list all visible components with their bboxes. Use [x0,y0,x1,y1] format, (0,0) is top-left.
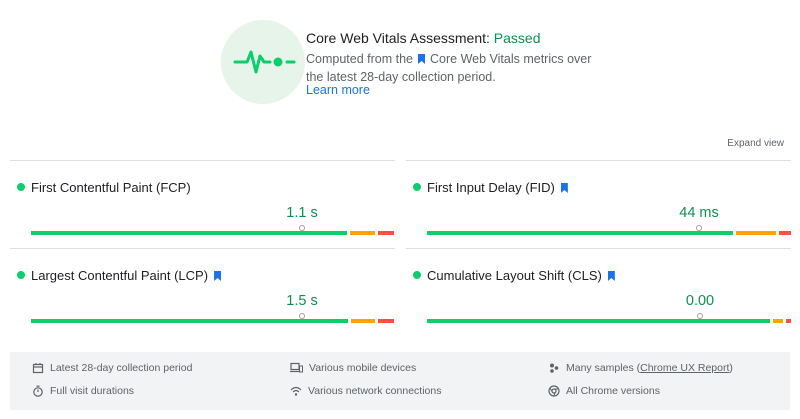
bookmark-icon [214,271,222,281]
chrome-versions-item: All Chrome versions [548,385,660,397]
good-status-dot [413,183,421,191]
poor-segment [786,319,791,323]
collection-period-text: Latest 28-day collection period [50,362,193,374]
assessment-status: Passed [493,30,541,46]
average-segment [351,319,375,323]
metric-name-text: First Input Delay (FID) [427,180,555,195]
network-text: Various network connections [308,385,442,397]
metric-fid: First Input Delay (FID) 44 ms [406,160,791,248]
good-status-dot [17,183,25,191]
good-segment [31,319,348,323]
good-status-dot [413,271,421,279]
chrome-icon [548,385,560,397]
samples-post-text: ) [729,362,733,374]
metric-name-text: Cumulative Layout Shift (CLS) [427,268,602,283]
good-segment [427,319,770,323]
assessment-description: Computed from the Core Web Vitals metrics… [306,50,606,86]
poor-segment [378,231,394,235]
data-source-footer: Latest 28-day collection period Full vis… [10,352,790,410]
metric-name: First Contentful Paint (FCP) [31,180,191,195]
metric-name: First Input Delay (FID) [427,180,568,195]
visit-durations-item: Full visit durations [32,385,134,397]
metric-value: 1.5 s [286,293,318,309]
bookmark-icon [607,271,615,281]
network-item: Various network connections [290,385,441,397]
metric-fcp: First Contentful Paint (FCP) 1.1 s [10,160,395,248]
poor-segment [779,231,791,235]
poor-segment [378,319,394,323]
samples-pre-text: Many samples ( [566,362,641,374]
metric-name-text: Largest Contentful Paint (LCP) [31,268,209,283]
devices-icon [290,362,303,373]
metric-value: 0.00 [685,293,715,309]
users-icon [550,363,559,373]
learn-more-link[interactable]: Learn more [306,83,370,97]
assessment-title-label: Core Web Vitals Assessment: [306,30,494,46]
samples-item: Many samples (Chrome UX Report) [548,362,733,374]
visit-durations-text: Full visit durations [50,385,135,397]
metric-name: Cumulative Layout Shift (CLS) [427,268,615,283]
stopwatch-icon [33,385,43,397]
heartbeat-icon [233,50,296,74]
devices-text: Various mobile devices [309,362,417,374]
wifi-icon [290,386,302,396]
chrome-ux-report-link[interactable]: Chrome UX Report [640,362,729,374]
good-segment [427,231,733,235]
metric-name: Largest Contentful Paint (LCP) [31,268,222,283]
metric-value: 44 ms [679,205,719,221]
metric-value: 1.1 s [286,205,318,221]
average-segment [350,231,375,235]
devices-item: Various mobile devices [290,362,416,374]
collection-period-item: Latest 28-day collection period [32,362,192,374]
chrome-versions-text: All Chrome versions [566,385,660,397]
vitals-status-icon [221,20,305,104]
metric-lcp: Largest Contentful Paint (LCP) 1.5 s [10,248,395,336]
metric-cls: Cumulative Layout Shift (CLS) 0.00 [406,248,791,336]
assessment-title: Core Web Vitals Assessment: Passed [306,30,541,46]
expand-view-button[interactable]: Expand view [727,138,784,149]
bookmark-icon [418,54,425,64]
average-segment [773,319,783,323]
calendar-icon [32,363,44,374]
bookmark-icon [560,183,568,193]
good-status-dot [17,271,25,279]
good-segment [31,231,347,235]
assessment-desc-pre: Computed from the [306,52,413,66]
average-segment [736,231,776,235]
